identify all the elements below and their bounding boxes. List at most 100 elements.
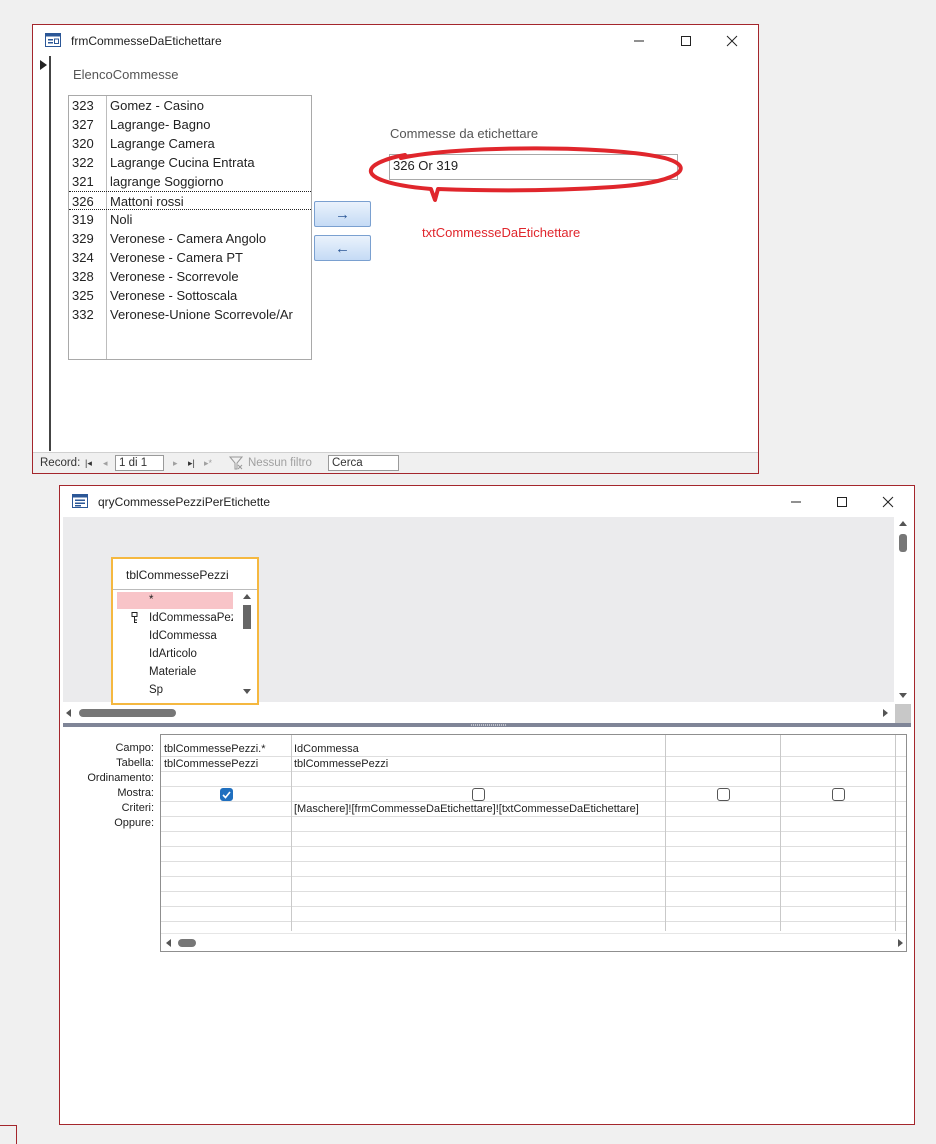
- new-record-button[interactable]: ▸*: [204, 458, 212, 469]
- current-record-icon: [40, 60, 47, 70]
- annotation-label: txtCommesseDaEtichettare: [422, 225, 581, 240]
- design-horizontal-scrollbar[interactable]: [63, 704, 896, 722]
- grid-row-line: [161, 891, 906, 892]
- grid-row-label: Campo:: [115, 742, 154, 754]
- show-checkbox[interactable]: [472, 788, 485, 801]
- list-item[interactable]: 324 Veronese - Camera PT: [69, 248, 311, 267]
- table-field[interactable]: IdCommessa: [117, 628, 233, 645]
- list-item[interactable]: 328 Veronese - Scorrevole: [69, 267, 311, 286]
- list-item-id: 328: [72, 269, 94, 284]
- maximize-icon[interactable]: [666, 29, 706, 53]
- design-vertical-scrollbar[interactable]: [895, 518, 911, 723]
- table-field[interactable]: Materiale: [117, 664, 233, 681]
- query-window: qryCommessePezziPerEtichette tblCommesse…: [59, 485, 915, 1125]
- table-field[interactable]: IdArticolo: [117, 646, 233, 663]
- list-item-id: 321: [72, 174, 94, 189]
- maximize-icon[interactable]: [822, 490, 862, 514]
- previous-record-button[interactable]: ◂: [103, 458, 108, 469]
- next-record-button[interactable]: ▸: [173, 458, 178, 469]
- grid-cell-campo[interactable]: tblCommessePezzi.*: [164, 743, 265, 755]
- list-item-id: 322: [72, 155, 94, 170]
- commesse-listbox[interactable]: 323 Gomez - Casino 327 Lagrange- Bagno 320 La…: [68, 95, 312, 360]
- table-name[interactable]: tblCommessePezzi: [113, 559, 257, 590]
- list-item-name: Veronese - Scorrevole: [110, 269, 239, 284]
- list-item[interactable]: 326 Mattoni rossi: [69, 191, 311, 210]
- list-item[interactable]: 319 Noli: [69, 210, 311, 229]
- pane-splitter[interactable]: [63, 723, 911, 727]
- close-icon[interactable]: [712, 29, 752, 53]
- grid-row-line: [161, 756, 906, 757]
- table-field-label: IdCommessaPezz: [149, 612, 233, 624]
- list-item[interactable]: 332 Veronese-Unione Scorrevole/Ar: [69, 305, 311, 324]
- list-item[interactable]: 329 Veronese - Camera Angolo: [69, 229, 311, 248]
- grid-row-line: [161, 846, 906, 847]
- first-record-button[interactable]: |◂: [85, 458, 92, 469]
- table-field-all[interactable]: *: [117, 592, 233, 609]
- list-item-id: 319: [72, 212, 94, 227]
- record-position-input[interactable]: 1 di 1: [115, 455, 164, 471]
- list-item[interactable]: 320 Lagrange Camera: [69, 134, 311, 153]
- list-item[interactable]: 323 Gomez - Casino: [69, 96, 311, 115]
- query-design-grid[interactable]: tblCommessePezzi.* tblCommessePezzi IdComm…: [160, 734, 907, 952]
- form-window: frmCommesseDaEtichettare ElencoCommesse …: [32, 24, 759, 474]
- add-button[interactable]: →: [314, 201, 371, 227]
- show-checkbox[interactable]: [220, 788, 233, 801]
- red-ellipse-annotation: [368, 146, 683, 202]
- grid-column-line: [665, 735, 666, 931]
- grid-row-line: [161, 816, 906, 817]
- grid-row-line: [161, 831, 906, 832]
- grid-cell-tabella[interactable]: tblCommessePezzi: [164, 758, 258, 770]
- grid-row-line: [161, 861, 906, 862]
- minimize-icon[interactable]: [619, 29, 659, 53]
- grid-row-line: [161, 801, 906, 802]
- query-titlebar[interactable]: qryCommessePezziPerEtichette: [60, 486, 914, 517]
- show-checkbox[interactable]: [717, 788, 730, 801]
- table-card[interactable]: tblCommessePezzi * IdCommessaPezz IdCommes…: [111, 557, 259, 705]
- list-item-name: Veronese-Unione Scorrevole/Ar: [110, 307, 293, 322]
- table-design-area: tblCommessePezzi * IdCommessaPezz IdCommes…: [63, 517, 894, 705]
- list-item[interactable]: 322 Lagrange Cucina Entrata: [69, 153, 311, 172]
- list-item-id: 326: [72, 194, 94, 209]
- form-titlebar[interactable]: frmCommesseDaEtichettare: [33, 25, 758, 56]
- grid-cell-campo[interactable]: IdCommessa: [294, 743, 359, 755]
- list-label: ElencoCommesse: [73, 67, 179, 82]
- table-field[interactable]: IdCommessaPezz: [117, 610, 233, 627]
- table-field-label: Sp: [149, 684, 164, 696]
- remove-button[interactable]: ←: [314, 235, 371, 261]
- search-placeholder: Cerca: [332, 457, 363, 469]
- list-item-name: Lagrange- Bagno: [110, 117, 211, 132]
- grid-cell-tabella[interactable]: tblCommessePezzi: [294, 758, 388, 770]
- search-input[interactable]: Cerca: [328, 455, 399, 471]
- list-item-id: 323: [72, 98, 94, 113]
- primary-key-icon: [131, 612, 138, 623]
- last-record-button[interactable]: ▸|: [188, 458, 195, 469]
- record-position-value: 1 di 1: [119, 457, 148, 469]
- record-selector[interactable]: [33, 56, 51, 451]
- list-item[interactable]: 325 Veronese - Sottoscala: [69, 286, 311, 305]
- query-title: qryCommessePezziPerEtichette: [98, 495, 271, 509]
- minimize-icon[interactable]: [776, 490, 816, 514]
- list-item[interactable]: 321 lagrange Soggiorno: [69, 172, 311, 191]
- grid-row-label: Criteri:: [121, 802, 154, 814]
- close-icon[interactable]: [868, 490, 908, 514]
- textbox-label: Commesse da etichettare: [390, 126, 539, 141]
- list-item[interactable]: 327 Lagrange- Bagno: [69, 115, 311, 134]
- list-item-name: Mattoni rossi: [110, 194, 184, 209]
- show-checkbox[interactable]: [832, 788, 845, 801]
- list-item-name: Lagrange Cucina Entrata: [110, 155, 255, 170]
- grid-cell-criteri[interactable]: [Maschere]![frmCommesseDaEtichettare]![t…: [294, 803, 639, 815]
- table-field-scrollbar[interactable]: [241, 592, 253, 700]
- filter-status[interactable]: Nessun filtro: [248, 457, 312, 469]
- filter-icon: [228, 456, 244, 473]
- grid-row-line: [161, 921, 906, 922]
- table-field-label: Materiale: [149, 666, 197, 678]
- grid-row-line: [161, 906, 906, 907]
- table-field[interactable]: Sp: [117, 682, 233, 699]
- grid-horizontal-scrollbar[interactable]: [161, 933, 906, 951]
- list-item-id: 332: [72, 307, 94, 322]
- splitter-grip-icon: [471, 724, 507, 726]
- list-item-id: 329: [72, 231, 94, 246]
- grid-row-label: Oppure:: [114, 817, 154, 829]
- record-label: Record:: [40, 457, 81, 469]
- grid-column-line: [780, 735, 781, 931]
